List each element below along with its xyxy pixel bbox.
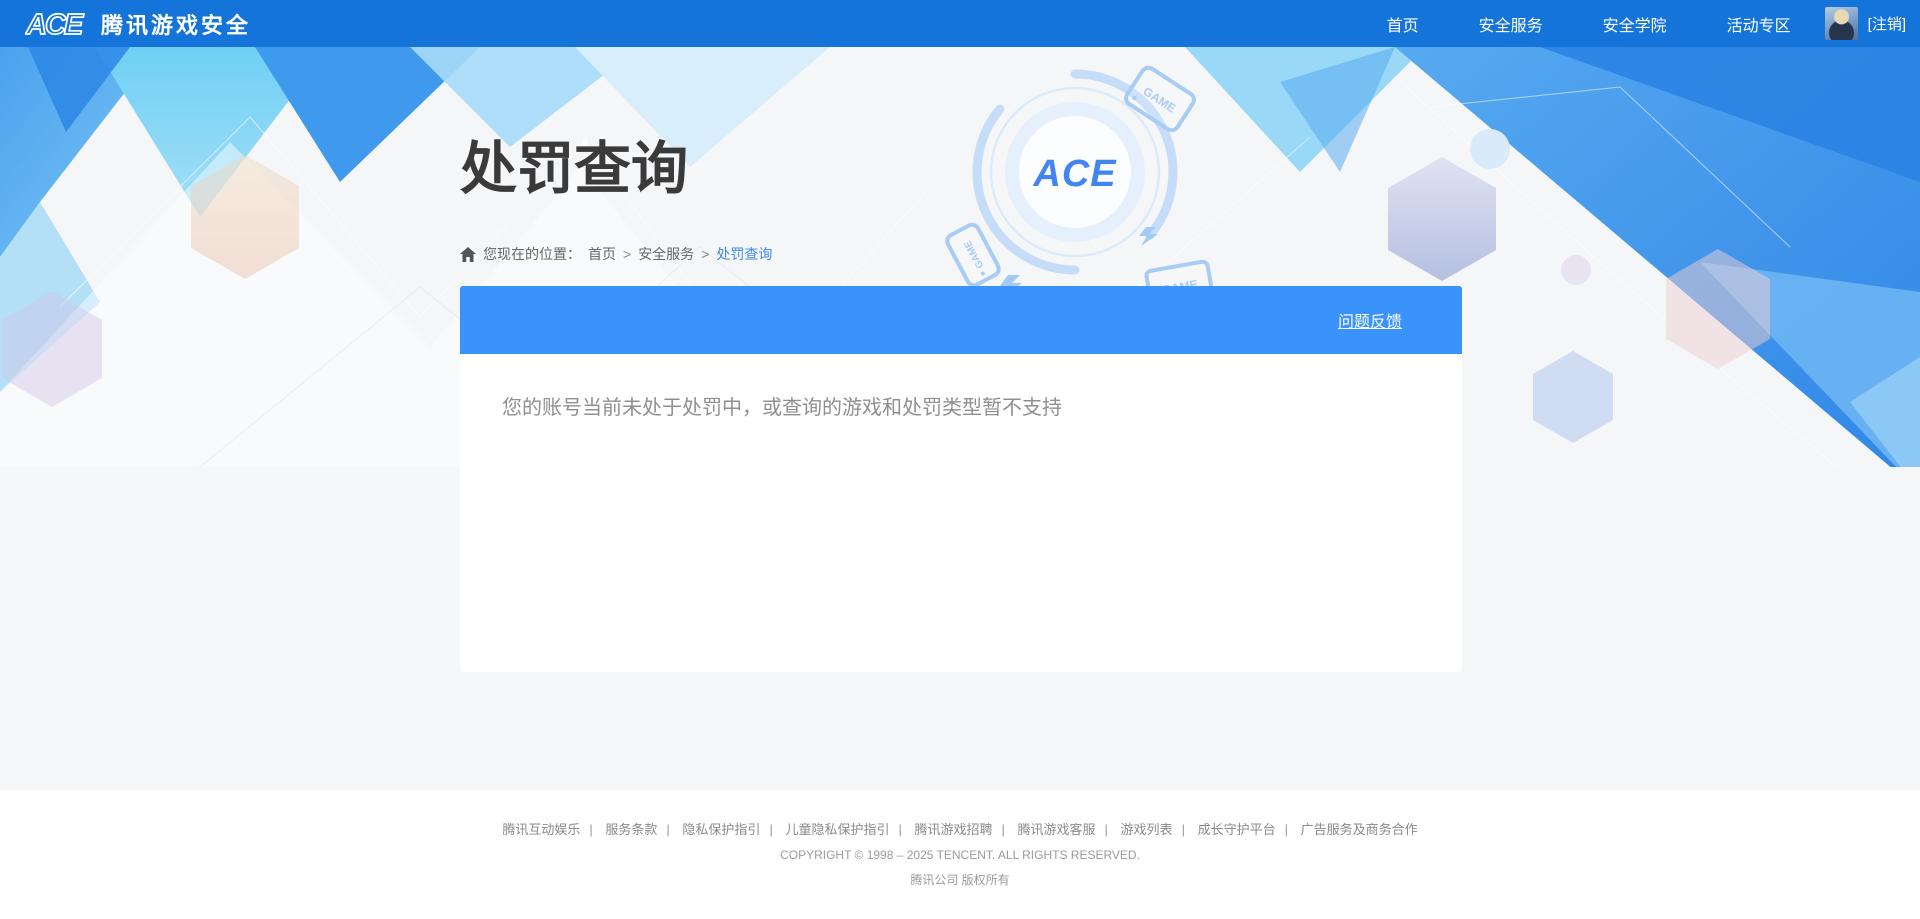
hex-character-right-2 — [1666, 249, 1770, 369]
footer-link-separator: | — [666, 822, 670, 837]
svg-text:GAME: GAME — [1141, 84, 1179, 115]
footer-link-separator: | — [589, 822, 593, 837]
decor-blob — [1470, 129, 1510, 169]
footer-link-separator: | — [1104, 822, 1108, 837]
page-title: 处罚查询 — [460, 137, 688, 201]
breadcrumb-current[interactable]: 处罚查询 — [716, 244, 772, 264]
hex-character-bottom-left — [2, 291, 102, 407]
breadcrumb-prefix: 您现在的位置： — [483, 246, 581, 262]
footer-link[interactable]: 隐私保护指引 — [682, 822, 760, 837]
game-tablet-icon: GAME — [1124, 65, 1196, 133]
footer-link-separator: | — [1181, 822, 1185, 837]
feedback-link[interactable]: 问题反馈 — [1338, 308, 1402, 332]
ace-badge: ACE — [972, 69, 1178, 275]
site-logo[interactable]: ACE 腾讯游戏安全 — [25, 6, 251, 42]
breadcrumb-security-service[interactable]: 安全服务 — [638, 244, 694, 264]
footer-link[interactable]: 游戏列表 — [1121, 822, 1173, 837]
logout-link[interactable]: [注销] — [1868, 13, 1906, 34]
ace-logo-icon: ACE — [25, 8, 88, 42]
nav-item[interactable]: 活动专区 — [1727, 12, 1791, 36]
nav-item[interactable]: 首页 — [1387, 12, 1419, 36]
site-title: 腾讯游戏安全 — [101, 12, 252, 38]
panel-body: 您的账号当前未处于处罚中，或查询的游戏和处罚类型暂不支持 — [460, 354, 1462, 672]
copyright-text: COPYRIGHT © 1998 – 2025 TENCENT. ALL RIG… — [780, 848, 1140, 862]
page-body: ACE GAME GAME GAME 处罚查询 您现在的位置： — [0, 47, 1920, 790]
nav-links: 首页 安全服务 安全学院 活动专区 — [1327, 12, 1791, 36]
footer-link[interactable]: 儿童隐私保护指引 — [785, 822, 889, 837]
ace-logo-text: ACE — [25, 9, 85, 41]
footer-link[interactable]: 腾讯游戏招聘 — [914, 822, 992, 837]
punishment-query-panel: 问题反馈 您的账号当前未处于处罚中，或查询的游戏和处罚类型暂不支持 — [460, 286, 1462, 672]
footer-link-separator: | — [769, 822, 773, 837]
hex-character-right-1 — [1388, 157, 1496, 281]
breadcrumb-home[interactable]: 首页 — [588, 244, 616, 264]
user-avatar[interactable] — [1824, 7, 1858, 40]
company-text: 腾讯公司 版权所有 — [910, 873, 1010, 887]
panel-header: 问题反馈 — [460, 286, 1462, 354]
nav-item[interactable]: 安全服务 — [1479, 12, 1543, 36]
breadcrumb: 您现在的位置： 首页 > 安全服务 > 处罚查询 — [460, 244, 772, 264]
footer-link[interactable]: 腾讯互动娱乐 — [502, 822, 580, 837]
footer-link[interactable]: 成长守护平台 — [1198, 822, 1276, 837]
page-footer: 腾讯互动娱乐 | 服务条款 | 隐私保护指引 | 儿童隐私保护指引 | 腾讯游戏招聘 | … — [0, 790, 1920, 919]
breadcrumb-separator: > — [701, 246, 710, 262]
svg-text:GAME: GAME — [962, 238, 986, 270]
breadcrumb-separator: > — [623, 246, 632, 262]
footer-links: 腾讯互动娱乐 | 服务条款 | 隐私保护指引 | 儿童隐私保护指引 | 腾讯游戏招聘 | … — [0, 819, 1920, 838]
home-icon — [460, 246, 476, 262]
top-navbar: ACE 腾讯游戏安全 首页 安全服务 安全学院 活动专区 [注销] — [0, 0, 1920, 47]
footer-link[interactable]: 广告服务及商务合作 — [1301, 822, 1418, 837]
footer-link[interactable]: 腾讯游戏客服 — [1018, 822, 1096, 837]
nav-item[interactable]: 安全学院 — [1603, 12, 1667, 36]
footer-link-separator: | — [898, 822, 902, 837]
query-result-message: 您的账号当前未处于处罚中，或查询的游戏和处罚类型暂不支持 — [502, 397, 1062, 419]
footer-link[interactable]: 服务条款 — [605, 822, 657, 837]
hex-character-left — [191, 155, 299, 279]
footer-link-separator: | — [1001, 822, 1005, 837]
game-phone-icon: GAME — [945, 222, 1001, 288]
footer-link-separator: | — [1284, 822, 1288, 837]
hex-character-right-3 — [1533, 351, 1613, 443]
ace-badge-text: ACE — [1032, 153, 1117, 195]
